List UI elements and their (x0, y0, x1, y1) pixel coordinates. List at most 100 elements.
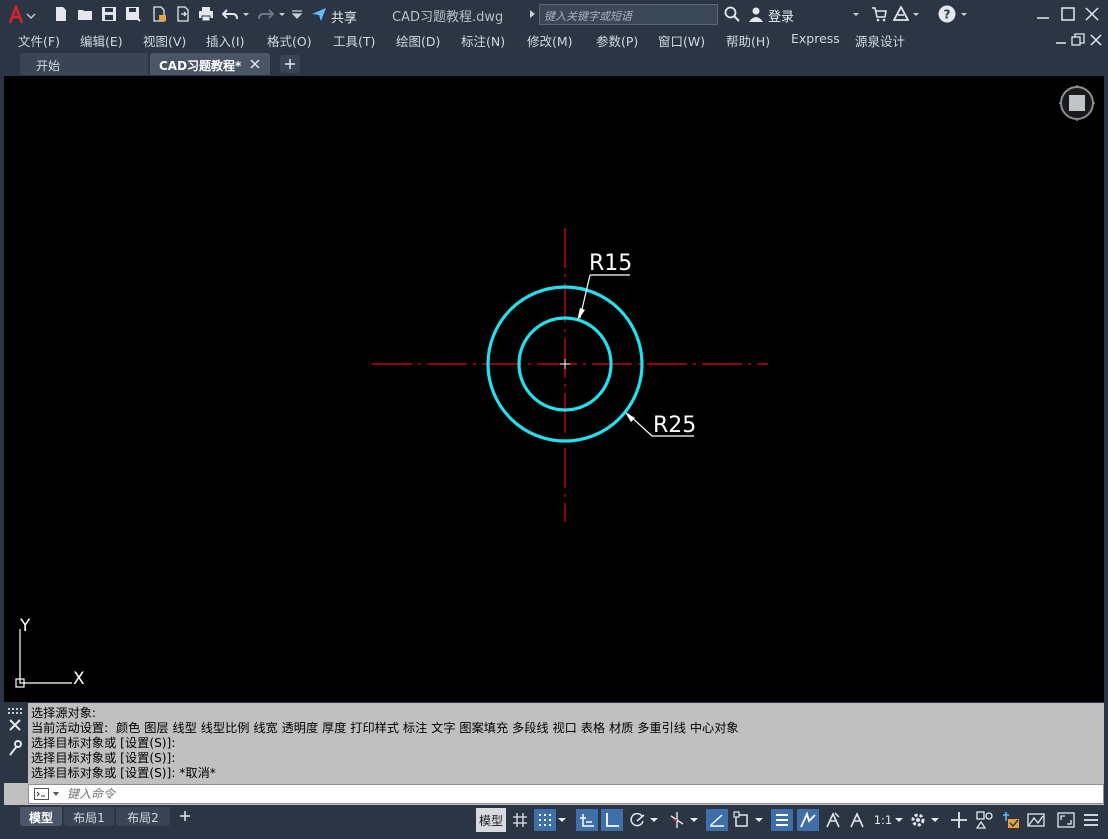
svg-text:?: ? (944, 8, 951, 22)
object-snap-icon[interactable] (731, 809, 753, 831)
viewcube-icon[interactable] (1059, 85, 1095, 121)
ucs-y-label: Y (19, 616, 31, 636)
r25-dimension[interactable]: R25 (625, 412, 696, 438)
command-prompt-icon[interactable] (34, 788, 62, 800)
isodraft-icon[interactable] (666, 809, 688, 831)
help-dropdown-icon[interactable] (960, 6, 968, 22)
close-window-icon[interactable] (1084, 6, 1100, 22)
menu-express[interactable]: Express (791, 31, 840, 46)
selection-cycling-icon[interactable] (797, 809, 819, 831)
fullscreen-icon[interactable] (1055, 809, 1077, 831)
tab-drawing[interactable]: CAD习题教程* (150, 53, 270, 75)
tab-start[interactable]: 开始 (20, 53, 148, 75)
workspace-dropdown-icon[interactable] (929, 809, 941, 831)
app-dropdown-icon[interactable] (912, 6, 920, 22)
customize-wrench-icon[interactable] (8, 740, 22, 756)
menu-dimension[interactable]: 标注(N) (461, 31, 505, 50)
login-button[interactable]: 登录 (768, 6, 794, 25)
search-icon[interactable] (724, 6, 740, 22)
app-logo-icon[interactable] (8, 5, 36, 25)
layout-tab-model[interactable]: 模型 (20, 807, 62, 826)
menu-edit[interactable]: 编辑(E) (80, 31, 123, 50)
menu-tools[interactable]: 工具(T) (333, 31, 375, 50)
menu-format[interactable]: 格式(O) (267, 31, 312, 50)
export-icon[interactable] (175, 6, 191, 22)
menu-file[interactable]: 文件(F) (18, 31, 60, 50)
file-tab-bar: 开始 CAD习题教程* (0, 51, 1108, 76)
r15-label: R15 (589, 251, 632, 276)
scale-dropdown-icon[interactable] (893, 809, 905, 831)
minimize-icon[interactable] (1035, 6, 1051, 22)
undo-icon[interactable] (222, 6, 238, 22)
save-as-icon[interactable] (125, 6, 141, 22)
osnap-dropdown-icon[interactable] (753, 809, 765, 831)
menu-yuanquan[interactable]: 源泉设计 (855, 31, 905, 50)
login-dropdown-icon[interactable] (852, 6, 860, 22)
customization-menu-icon[interactable] (1080, 809, 1102, 831)
share-button[interactable]: 共享 (331, 7, 357, 26)
snap-mode-icon[interactable] (534, 809, 556, 831)
auto-scale-icon[interactable] (846, 809, 868, 831)
tab-drawing-label: CAD习题教程* (159, 59, 242, 73)
infer-constraints-icon[interactable] (576, 809, 598, 831)
r15-dimension[interactable]: R15 (577, 251, 632, 321)
menu-parametric[interactable]: 参数(P) (596, 31, 638, 50)
user-icon[interactable] (748, 6, 764, 22)
save-icon[interactable] (101, 6, 117, 22)
publish-icon[interactable] (151, 6, 167, 22)
units-icon[interactable] (974, 809, 996, 831)
cart-icon[interactable] (871, 6, 887, 22)
search-expand-icon[interactable] (527, 6, 537, 22)
keyword-search-input[interactable]: 键入关键字或短语 (539, 4, 718, 25)
polar-tracking-icon[interactable] (626, 809, 648, 831)
snap-dropdown-icon[interactable] (556, 809, 568, 831)
redo-dropdown-icon[interactable] (277, 6, 287, 22)
command-input[interactable] (67, 787, 967, 801)
customize-toolbar-icon[interactable] (291, 6, 303, 22)
menu-bar: 文件(F) 编辑(E) 视图(V) 插入(I) 格式(O) 工具(T) 绘图(D… (0, 29, 1108, 50)
graphics-performance-icon[interactable] (1025, 809, 1047, 831)
workspace-gear-icon[interactable] (907, 809, 929, 831)
add-layout-icon[interactable] (179, 810, 191, 822)
share-icon[interactable] (311, 6, 327, 22)
doc-close-icon[interactable] (1089, 33, 1103, 47)
grid-icon[interactable] (509, 809, 531, 831)
menu-help[interactable]: 帮助(H) (726, 31, 770, 50)
undo-dropdown-icon[interactable] (241, 6, 251, 22)
layout-tab-layout1[interactable]: 布局1 (64, 807, 114, 826)
redo-icon[interactable] (258, 6, 274, 22)
print-icon[interactable] (198, 6, 214, 22)
command-history-line: 选择源对象: (31, 706, 97, 720)
doc-restore-icon[interactable] (1071, 33, 1085, 47)
lineweight-icon[interactable] (771, 809, 793, 831)
quick-properties-icon[interactable] (1000, 809, 1022, 831)
autodesk-app-icon[interactable] (893, 6, 909, 22)
isodraft-dropdown-icon[interactable] (688, 809, 700, 831)
menu-view[interactable]: 视图(V) (143, 31, 186, 50)
model-space-button[interactable]: 模型 (476, 808, 506, 832)
menu-modify[interactable]: 修改(M) (527, 31, 573, 50)
status-bar: 模型 布局1 布局2 模型 1:1 (0, 806, 1108, 839)
annotation-monitor-icon[interactable] (948, 809, 970, 831)
menu-insert[interactable]: 插入(I) (206, 31, 244, 50)
help-icon[interactable]: ? (938, 5, 956, 23)
close-command-icon[interactable] (9, 719, 21, 731)
object-snap-tracking-icon[interactable] (706, 809, 728, 831)
annotation-scale[interactable]: 1:1 (872, 809, 894, 831)
grip-icon[interactable] (8, 708, 24, 714)
drawing-canvas[interactable]: R15 R25 Y X (4, 76, 1104, 702)
layout-tab-layout2[interactable]: 布局2 (116, 807, 170, 826)
tab-close-icon[interactable] (250, 59, 260, 69)
maximize-icon[interactable] (1060, 6, 1076, 22)
new-file-icon[interactable] (53, 6, 69, 22)
ortho-mode-icon[interactable] (601, 809, 623, 831)
polar-dropdown-icon[interactable] (648, 809, 660, 831)
menu-window[interactable]: 窗口(W) (658, 31, 705, 50)
open-folder-icon[interactable] (77, 6, 93, 22)
command-history: 选择源对象: 当前活动设置: 颜色 图层 线型 线型比例 线宽 透明度 厚度 打… (31, 706, 1101, 781)
menu-draw[interactable]: 绘图(D) (396, 31, 440, 50)
doc-minimize-icon[interactable] (1054, 33, 1068, 47)
new-tab-icon[interactable] (280, 55, 300, 73)
annotation-visibility-icon[interactable] (822, 809, 844, 831)
title-bar: 共享 CAD习题教程.dwg 键入关键字或短语 登录 ? (0, 0, 1108, 29)
